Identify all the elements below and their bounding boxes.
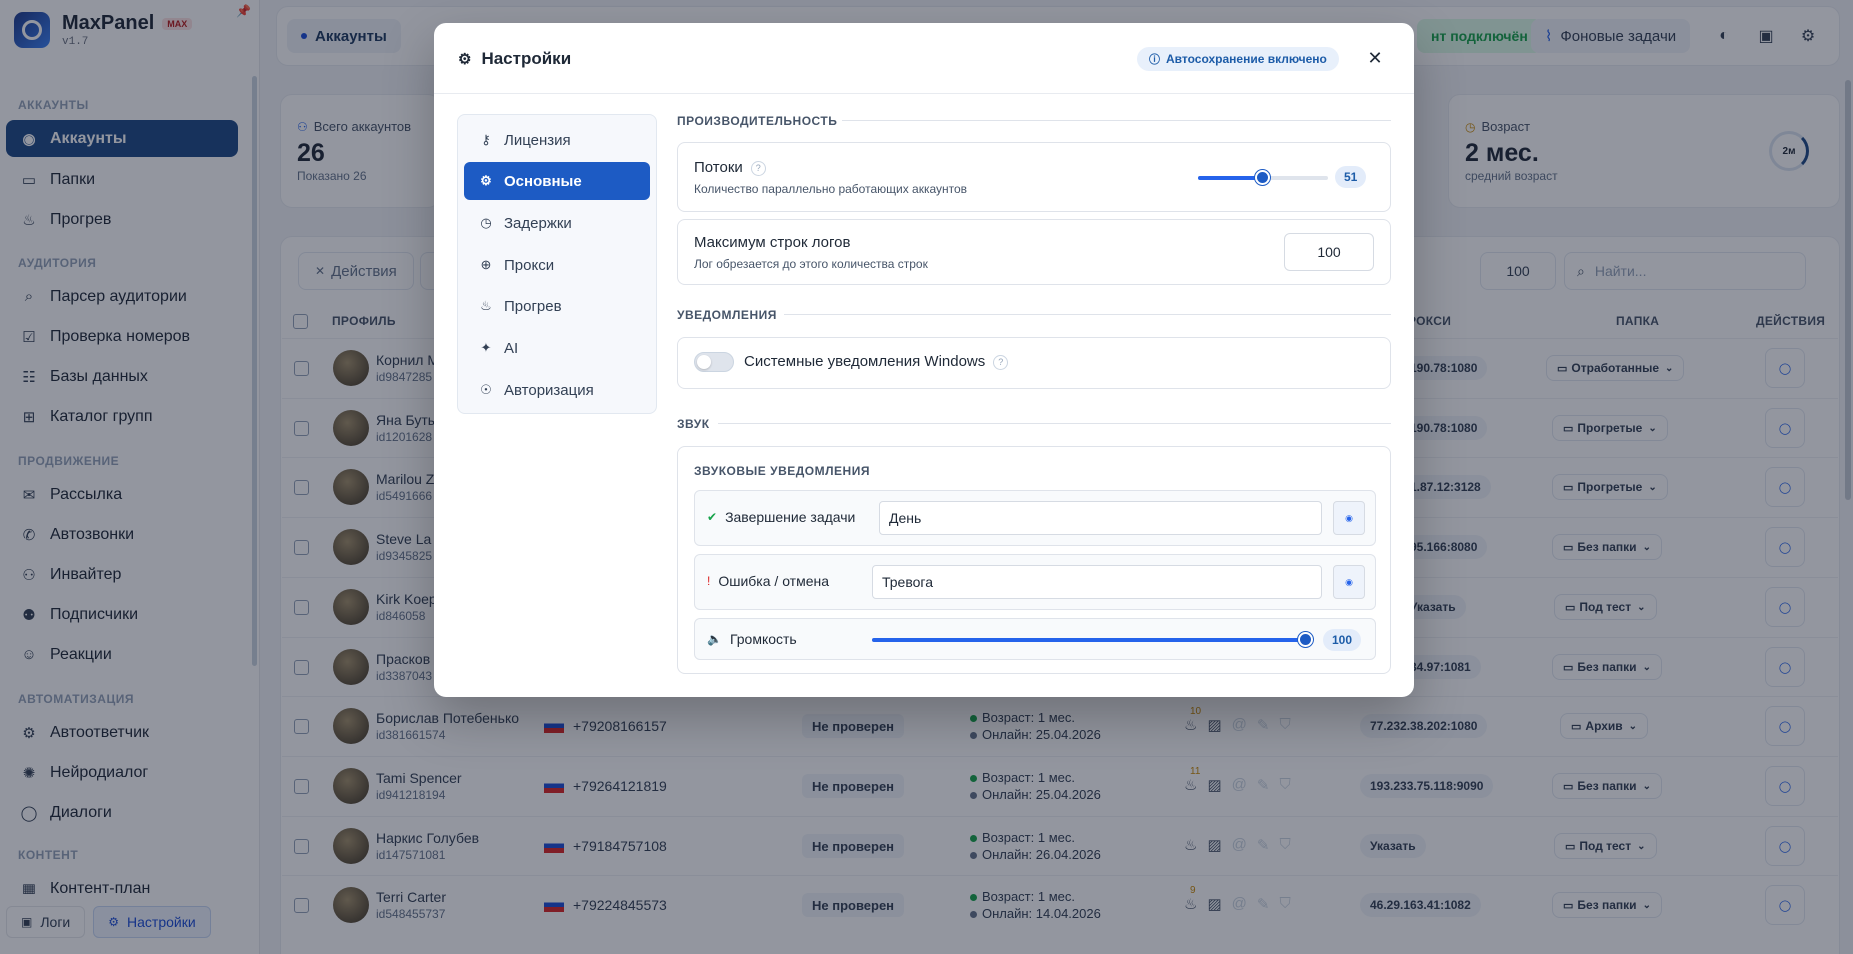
autosave-label: Автосохранение включено [1166, 52, 1327, 66]
tab-delays[interactable]: ◷ Задержки [464, 204, 650, 242]
threads-slider-fill [1198, 176, 1263, 180]
log-lines-title: Максимум строк логов [694, 234, 851, 251]
threads-sub: Количество параллельно работающих аккаун… [694, 182, 968, 196]
section-sound: ЗВУК [677, 417, 710, 431]
threads-slider[interactable] [1198, 170, 1328, 185]
volume-slider-knob[interactable] [1298, 632, 1313, 647]
key-icon: ⚷ [481, 132, 491, 147]
tab-label: Задержки [504, 214, 572, 232]
tab-proxy[interactable]: ⊕ Прокси [464, 246, 650, 284]
volume-value: 100 [1323, 629, 1362, 651]
globe-icon: ⊕ [480, 257, 492, 272]
close-icon[interactable]: ✕ [1364, 47, 1386, 69]
volume-icon: 🔈 [707, 632, 722, 646]
windows-notifications-title: Системные уведомления Windows [744, 353, 986, 370]
section-notifications: УВЕДОМЛЕНИЯ [677, 308, 777, 322]
threads-title: Потоки [694, 159, 743, 176]
tab-label: Авторизация [504, 381, 594, 399]
log-lines-sub: Лог обрезается до этого количества строк [694, 257, 928, 271]
error-label: Ошибка / отмена [718, 573, 830, 589]
task-done-label: Завершение задачи [725, 509, 856, 525]
modal-title: ⚙ Настройки [458, 49, 571, 69]
volume-slider-fill [872, 638, 1306, 642]
log-lines-input[interactable]: 100 [1284, 233, 1374, 271]
error-sound-select[interactable]: Тревога [872, 565, 1322, 599]
gear-icon: ⚙ [458, 51, 472, 68]
modal-header: ⚙ Настройки ⓘ Автосохранение включено ✕ [434, 23, 1414, 94]
tab-general[interactable]: ⚙ Основные [464, 162, 650, 200]
gear-icon: ⚙ [480, 173, 492, 188]
tab-label: Прогрев [504, 297, 562, 315]
task-done-sound-row: ✔ Завершение задачи День ◉ [694, 490, 1376, 546]
flame-icon: ♨ [480, 298, 492, 313]
play-icon[interactable]: ◉ [1333, 565, 1365, 599]
volume-row: 🔈 Громкость 100 [694, 618, 1376, 660]
help-icon[interactable]: ? [750, 160, 766, 176]
help-icon[interactable]: ? [993, 354, 1009, 370]
sound-card-title: ЗВУКОВЫЕ УВЕДОМЛЕНИЯ [694, 464, 870, 478]
error-sound-row: ! Ошибка / отмена Тревога ◉ [694, 554, 1376, 610]
fingerprint-icon: ☉ [480, 382, 492, 397]
windows-notifications-toggle[interactable] [694, 352, 734, 372]
threads-slider-knob[interactable] [1255, 170, 1270, 185]
modal-title-text: Настройки [481, 49, 572, 68]
volume-label: Громкость [729, 631, 797, 647]
task-done-sound-select[interactable]: День [879, 501, 1322, 535]
sound-card: ЗВУКОВЫЕ УВЕДОМЛЕНИЯ ✔ Завершение задачи … [677, 446, 1391, 674]
volume-slider[interactable] [872, 632, 1313, 647]
log-lines-card: Максимум строк логов Лог обрезается до э… [677, 219, 1391, 285]
settings-modal: ⚙ Настройки ⓘ Автосохранение включено ✕ ⚷ Л… [434, 23, 1414, 697]
threads-value: 51 [1335, 166, 1367, 188]
tab-label: AI [504, 339, 519, 357]
tab-ai[interactable]: ✦ AI [464, 329, 650, 367]
timer-icon: ◷ [480, 215, 492, 230]
tab-label: Основные [504, 172, 582, 190]
tab-warmup[interactable]: ♨ Прогрев [464, 287, 650, 325]
check-circle-icon: ✔ [707, 510, 718, 524]
section-performance: ПРОИЗВОДИТЕЛЬНОСТЬ [677, 114, 838, 128]
autosave-badge: ⓘ Автосохранение включено [1137, 47, 1339, 71]
sparkles-icon: ✦ [480, 340, 492, 355]
alert-circle-icon: ! [707, 574, 711, 588]
tab-authorization[interactable]: ☉ Авторизация [464, 371, 650, 409]
settings-tabs: ⚷ Лицензия ⚙ Основные ◷ Задержки ⊕ Прокси ♨ П… [457, 114, 657, 414]
tab-label: Прокси [504, 256, 555, 274]
info-icon: ⓘ [1149, 54, 1160, 66]
tab-label: Лицензия [504, 131, 571, 149]
threads-card: Потоки? Количество параллельно работающи… [677, 142, 1391, 212]
windows-notifications-card: Системные уведомления Windows? [677, 337, 1391, 389]
tab-license[interactable]: ⚷ Лицензия [464, 121, 650, 159]
play-icon[interactable]: ◉ [1333, 501, 1365, 535]
